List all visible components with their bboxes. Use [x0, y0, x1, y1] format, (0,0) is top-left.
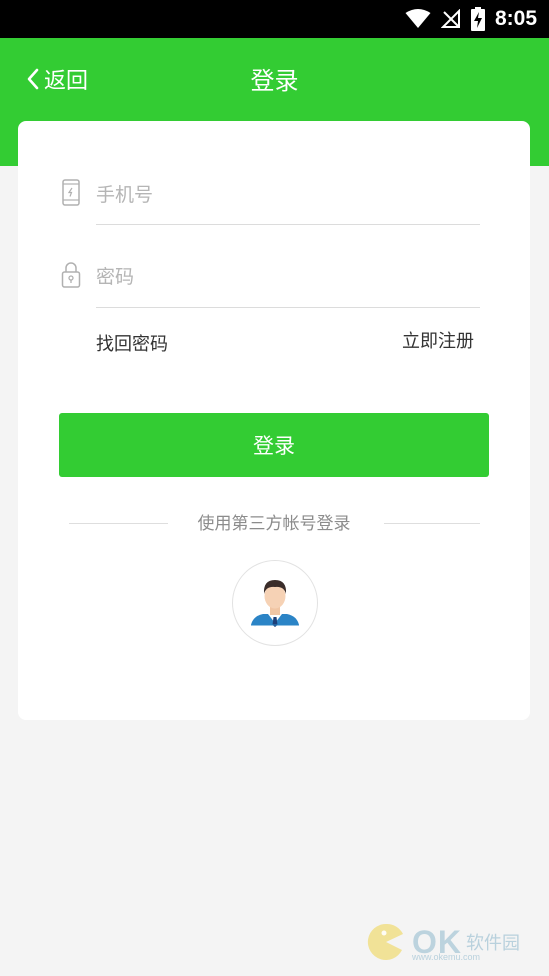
watermark: OK 软件园 www.okemu.com: [366, 920, 520, 964]
third-party-label: 使用第三方帐号登录: [197, 514, 351, 534]
login-button[interactable]: 登录: [59, 413, 489, 477]
status-bar: 8:05: [0, 0, 549, 38]
watermark-logo-icon: [367, 923, 403, 960]
wifi-icon: [405, 9, 431, 28]
user-avatar-icon: [251, 580, 299, 627]
phone-input[interactable]: [96, 175, 480, 215]
no-signal-icon: [440, 9, 460, 28]
divider-right: [384, 523, 480, 524]
password-underline: [96, 307, 480, 308]
password-input[interactable]: [96, 257, 480, 297]
page-title: 登录: [250, 67, 299, 95]
battery-charging-icon: [470, 7, 485, 31]
phone-field-row: [18, 173, 530, 233]
register-link[interactable]: 立即注册: [402, 327, 474, 353]
forgot-password-link[interactable]: 找回密码: [96, 330, 168, 356]
status-time: 8:05: [494, 7, 537, 30]
phone-icon: [62, 179, 80, 206]
watermark-url: www.okemu.com: [412, 952, 481, 962]
third-party-login-avatar[interactable]: [232, 560, 318, 646]
lock-icon: [61, 262, 81, 288]
password-field-row: [18, 255, 530, 315]
phone-underline: [96, 224, 480, 225]
login-card: 找回密码 立即注册 登录 使用第三方帐号登录: [18, 121, 530, 720]
